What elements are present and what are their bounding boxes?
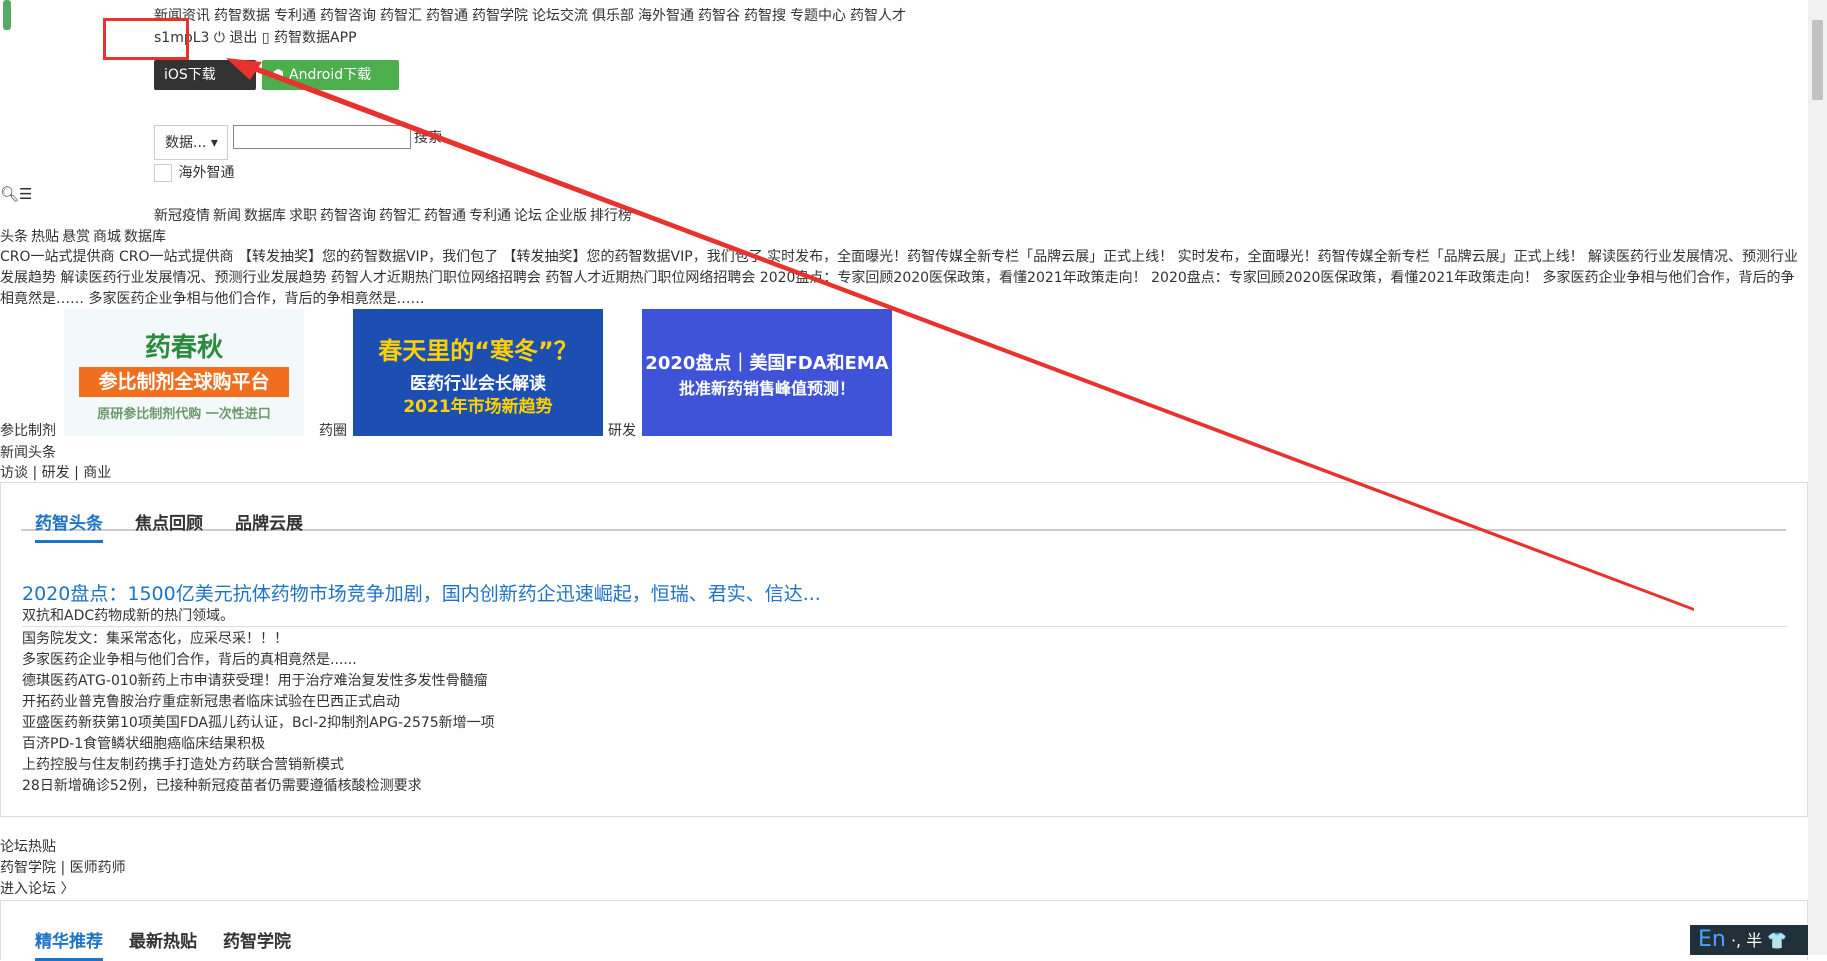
annotation-arrow-head <box>226 58 262 80</box>
annotation-arrow <box>226 58 1694 611</box>
annotation-arrow-line <box>240 60 1694 611</box>
